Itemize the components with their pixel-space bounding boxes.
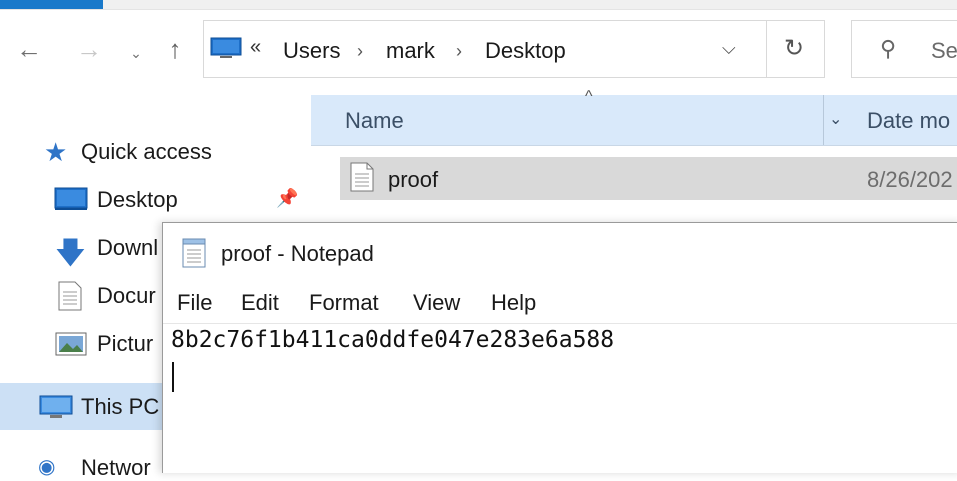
star-icon: ★ [44,137,68,167]
forward-icon[interactable]: → [74,34,104,64]
breadcrumb-separator[interactable]: › [357,41,363,62]
sidebar-item-documents[interactable]: Docur [97,283,156,309]
sidebar-item-desktop[interactable]: Desktop [97,187,178,213]
menu-format[interactable]: Format [309,290,379,316]
sort-ascending-icon: ^ [585,88,593,105]
search-placeholder[interactable]: Se [931,38,957,64]
chevron-down-icon[interactable]: ⌵ [722,38,736,59]
up-icon[interactable]: ↑ [160,34,190,64]
file-date: 8/26/202 [867,167,953,192]
menu-file[interactable]: File [177,290,212,316]
download-icon: 🡇 [55,237,86,270]
address-divider [766,21,767,77]
pin-icon[interactable]: 📌 [276,188,298,209]
column-header-bar [311,95,957,146]
column-header-date[interactable]: Date mo [867,108,950,134]
computer-icon [210,37,242,58]
refresh-icon[interactable]: ↻ [784,34,804,63]
breadcrumb-mark[interactable]: mark [386,38,435,64]
breadcrumb-users[interactable]: Users [283,38,340,64]
text-caret [172,362,174,392]
address-overflow[interactable]: « [250,36,261,59]
ribbon-strip [0,0,957,10]
sidebar-item-this-pc[interactable]: This PC [81,394,159,420]
text-editor-content[interactable]: 8b2c76f1b411ca0ddfe047e283e6a588 [171,327,614,353]
notepad-icon [182,238,206,268]
menu-bar [163,283,957,324]
sidebar-item-pictures[interactable]: Pictur [97,331,153,357]
back-icon[interactable]: ← [14,34,44,64]
picture-icon [55,332,87,356]
sidebar-item-network[interactable]: Networ [81,455,151,481]
window-title: proof - Notepad [221,241,374,266]
file-name[interactable]: proof [388,167,438,193]
column-divider[interactable] [823,95,824,145]
menu-help[interactable]: Help [491,290,536,316]
desktop-icon [54,187,88,210]
column-header-name[interactable]: Name [345,108,404,134]
menu-view[interactable]: View [413,290,460,316]
ribbon-file-tab[interactable] [0,0,103,9]
text-file-icon [350,162,374,192]
search-icon: ⚲ [880,36,897,61]
sidebar-item-quick-access[interactable]: Quick access [81,139,212,165]
sidebar-item-downloads[interactable]: Downl [97,235,158,261]
recent-icon[interactable]: ⌄ [126,38,146,68]
document-icon [58,281,82,311]
breadcrumb-separator[interactable]: › [456,41,462,62]
breadcrumb-desktop[interactable]: Desktop [485,38,566,64]
chevron-down-icon[interactable]: ⌄ [829,109,842,129]
computer-icon [39,395,73,418]
menu-edit[interactable]: Edit [241,290,279,316]
